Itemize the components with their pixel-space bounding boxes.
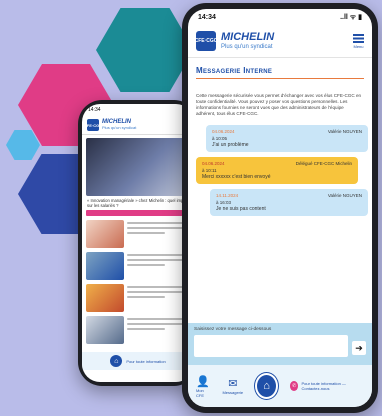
message-time: à 10:11: [202, 168, 217, 173]
news-thumbnail: [86, 252, 124, 280]
contact-text: Pour toute information — Contactez-nous: [301, 381, 346, 391]
decor-hexagon-teal: [96, 8, 194, 92]
app-header: CFE·CGC MICHELIN Plus qu'un syndicat: [82, 116, 194, 135]
status-time: 14:34: [198, 13, 216, 21]
message-time: à 16:03: [216, 200, 232, 205]
hero-caption[interactable]: « Innovation managériale » chez Michelin…: [82, 196, 194, 210]
signal-icon: ..ll ᯤ ▮: [340, 13, 362, 21]
bottom-nav: 👤 Mon CFE ✉ Messagerie ⌂ ✆ Pour toute in…: [188, 365, 372, 407]
message-author: Valérie NGUYEN: [327, 129, 362, 134]
status-bar: 14:34: [82, 104, 194, 116]
news-excerpt: [127, 252, 190, 280]
menu-button[interactable]: Menu: [353, 33, 364, 49]
message-bubble-received: 04.06.2024 Valérie NGUYEN à 10:05 J'ai un…: [206, 125, 368, 152]
news-excerpt: [127, 284, 190, 312]
bottom-bar: ⌂ Pour toute information: [82, 352, 194, 370]
nav-profile-label: Mon CFE: [196, 387, 204, 398]
message-date: 14.11.2024: [216, 193, 239, 198]
menu-label: Menu: [353, 43, 364, 49]
news-excerpt: [127, 220, 190, 248]
message-text: Je ne suis pas content: [216, 206, 266, 212]
composer-label: Saisissez votre message ci-dessous: [194, 327, 272, 332]
news-card[interactable]: [86, 220, 190, 248]
intro-text: Cette messagerie sécurisée vous permet d…: [196, 93, 362, 116]
home-icon[interactable]: ⌂: [110, 355, 123, 367]
news-thumbnail: [86, 220, 124, 248]
news-thumbnail: [86, 316, 124, 344]
news-thumbnail: [86, 284, 124, 312]
news-card[interactable]: [86, 252, 190, 280]
news-card[interactable]: [86, 284, 190, 312]
nav-messages-label: Messagerie: [222, 390, 244, 395]
brand-tagline: Plus qu'un syndicat: [102, 125, 137, 130]
hamburger-icon: [353, 33, 364, 43]
message-text: Merci xxxxxx c'est bien envoyé: [202, 174, 271, 180]
message-author: Délégué CFE-CGC Michelin: [295, 161, 352, 166]
home-button[interactable]: ⌂: [255, 373, 278, 399]
message-bubble-reply: 04.06.2024 Délégué CFE-CGC Michelin à 10:…: [196, 157, 358, 184]
news-excerpt: [127, 316, 190, 344]
envelope-icon: ✉: [228, 378, 238, 390]
home-icon: ⌂: [263, 380, 270, 392]
message-input[interactable]: [194, 335, 348, 357]
brand-name: MICHELIN: [221, 30, 275, 43]
status-time: 14:34: [88, 107, 101, 113]
phone-front-screen: 14:34 ..ll ᯤ ▮ CFE·CGC MICHELIN Plus qu'…: [188, 9, 372, 407]
nav-messages[interactable]: ✉ Messagerie: [222, 377, 243, 395]
arrow-right-icon: ➔: [355, 342, 363, 353]
message-date: 04.06.2024: [212, 129, 235, 134]
brand-tagline: Plus qu'un syndicat: [221, 43, 273, 50]
message-list: 04.06.2024 Valérie NGUYEN à 10:05 J'ai un…: [188, 125, 372, 216]
message-time: à 10:05: [212, 136, 228, 141]
message-text: J'ai un problème: [212, 142, 249, 148]
contact-link[interactable]: ✆ Pour toute information — Contactez-nou…: [289, 381, 364, 391]
message-date: 04.06.2024: [202, 161, 225, 166]
cfe-cgc-logo: CFE·CGC: [195, 31, 217, 51]
message-composer: Saisissez votre message ci-dessous ➔: [188, 323, 372, 365]
news-card[interactable]: [86, 316, 190, 344]
hero-image[interactable]: [86, 138, 190, 196]
cfe-cgc-logo: CFE·CGC: [84, 119, 102, 131]
contact-icon: ✆: [289, 381, 299, 391]
phone-back: 14:34 CFE·CGC MICHELIN Plus qu'un syndic…: [78, 100, 198, 386]
send-button[interactable]: ➔: [352, 341, 366, 355]
brand-block: MICHELIN Plus qu'un syndicat: [221, 30, 275, 51]
cta-label[interactable]: Pour toute information: [126, 359, 165, 364]
nav-profile[interactable]: 👤 Mon CFE: [196, 375, 210, 398]
decor-hexagon-sky: [6, 130, 40, 160]
status-bar: 14:34 ..ll ᯤ ▮: [188, 9, 372, 25]
user-icon: 👤: [196, 375, 211, 388]
hero-pager: [86, 210, 190, 216]
phone-front: 14:34 ..ll ᯤ ▮ CFE·CGC MICHELIN Plus qu'…: [182, 3, 378, 413]
message-author: Valérie NGUYEN: [327, 193, 362, 198]
app-header: CFE·CGC MICHELIN Plus qu'un syndicat Men…: [188, 25, 372, 58]
brand-block: MICHELIN Plus qu'un syndicat: [102, 119, 136, 131]
message-bubble-received: 14.11.2024 Valérie NGUYEN à 16:03 Je ne s…: [210, 189, 368, 216]
phone-back-screen: 14:34 CFE·CGC MICHELIN Plus qu'un syndic…: [82, 104, 194, 382]
page-title: Messagerie Interne: [196, 66, 364, 79]
